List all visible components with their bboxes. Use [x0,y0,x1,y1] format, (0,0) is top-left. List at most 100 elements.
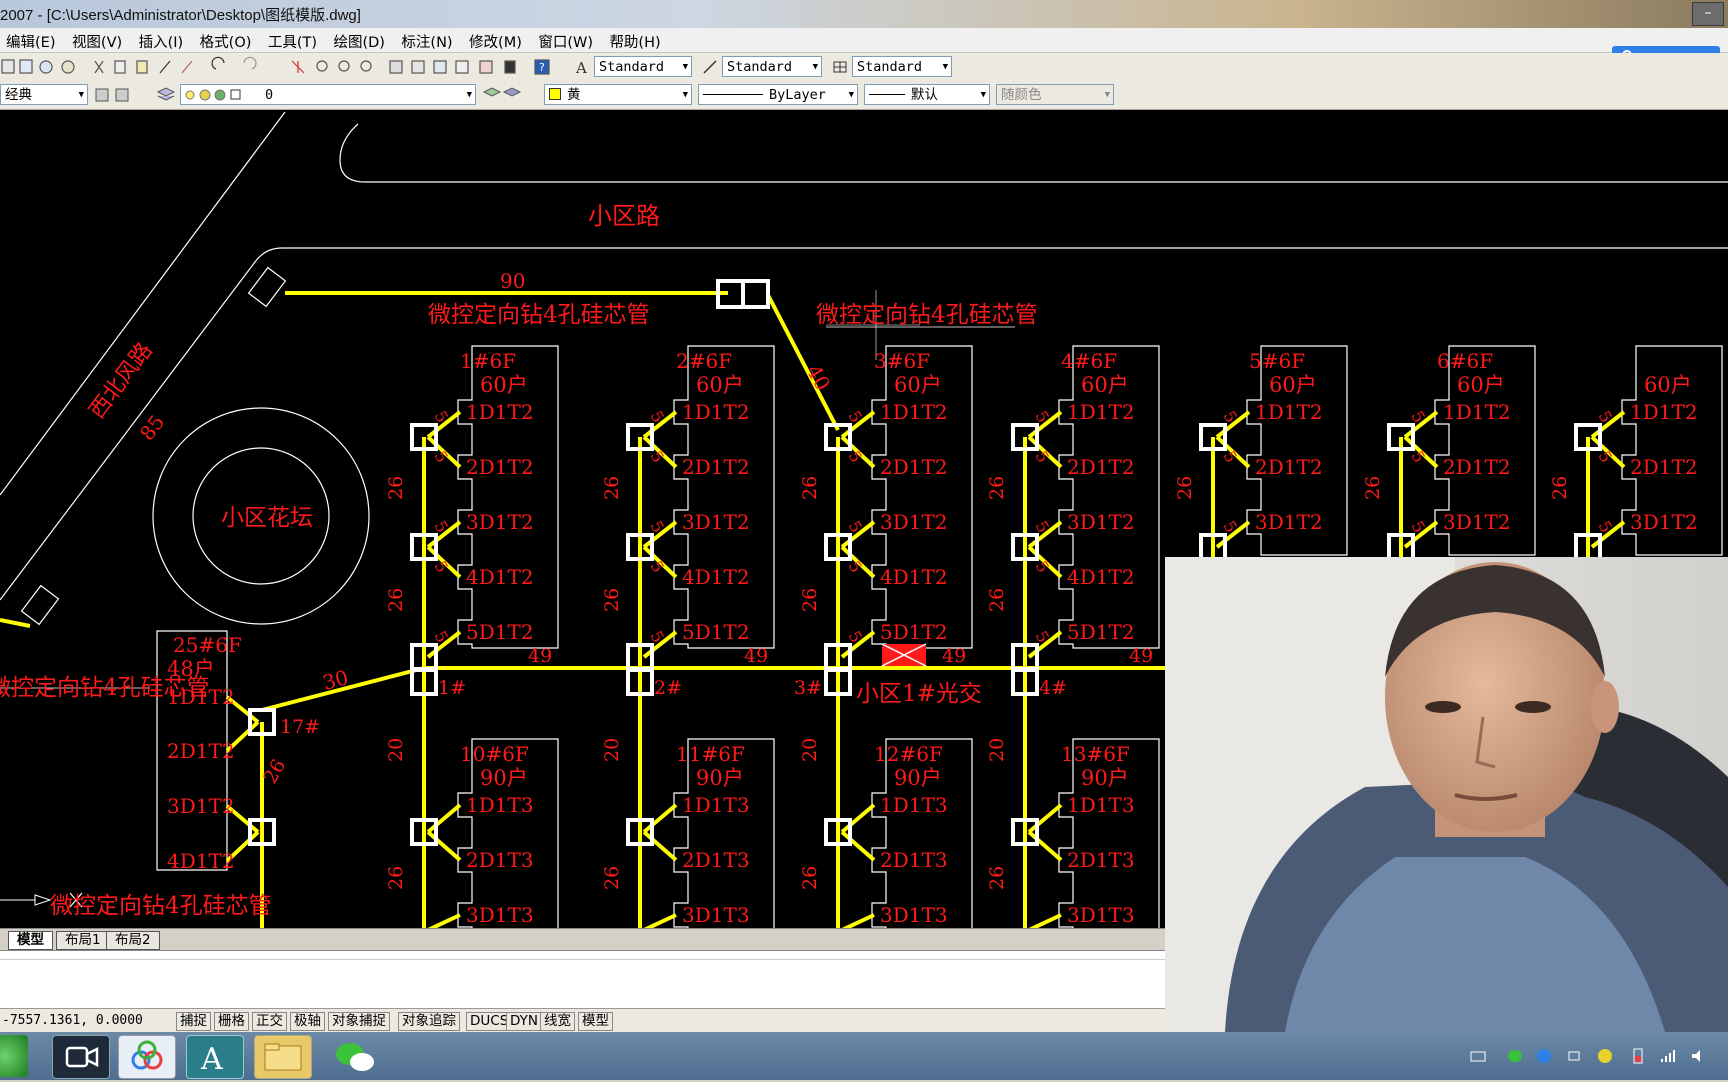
menu-format[interactable]: 格式(O) [194,28,258,52]
lineweight-select[interactable]: 默认 ▼ [864,84,990,105]
svg-text:A: A [575,59,587,75]
save-icon[interactable] [19,59,33,74]
toggle-lineweight[interactable]: 线宽 [540,1012,575,1031]
preview-icon[interactable] [61,60,75,74]
unit-label: 3D1T2 [1067,510,1135,534]
tab-layout1[interactable]: 布局1 [56,931,110,950]
seg-26-label: 26 [799,866,821,890]
layer-value: 0 [265,87,274,103]
taskbar-explorer-app[interactable] [254,1035,312,1079]
text-style-select[interactable]: Standard ▼ [594,56,692,77]
folder-icon [264,1043,302,1071]
layers-toolbar: 经典 ▼ 0 ▼ 黄 ▼ ByLayer ▼ 默认 ▼ 随颜色 ▼ [0,81,1728,110]
menu-dimension[interactable]: 标注(N) [395,28,458,52]
zoom-realtime-icon[interactable] [316,60,328,72]
pan-icon[interactable] [291,60,305,74]
seg-26-label: 26 [1549,476,1571,500]
workspace-select[interactable]: 经典 ▼ [0,84,88,105]
pipe-label-1: 微控定向钻4孔硅芯管 [428,302,650,328]
zoom-previous-icon[interactable] [360,60,372,72]
unit-label: 3D1T2 [1443,510,1511,534]
battery-tray-icon[interactable] [1630,1048,1646,1064]
building-name: 4#6F [1061,349,1117,373]
toggle-polar[interactable]: 极轴 [290,1012,325,1031]
dim-style-select[interactable]: Standard ▼ [722,56,822,77]
color-select[interactable]: 黄 ▼ [544,84,692,105]
pipe-label-4: 微控定向钻4孔硅芯管 [50,893,272,919]
properties-icon[interactable] [389,60,403,74]
seg-26-label: 26 [385,476,407,500]
menu-tools[interactable]: 工具(T) [262,28,323,52]
taskbar-cloud-app[interactable] [118,1035,176,1079]
publish-icon[interactable] [39,60,53,74]
unit-label: 2D1T3 [1067,848,1135,872]
workspace-settings-icon[interactable] [94,87,134,103]
unit-label: 1D1T2 [466,400,534,424]
layer-manager-icon[interactable] [156,87,176,103]
menu-window[interactable]: 窗口(W) [532,28,599,52]
seg-26-label: 26 [1174,476,1196,500]
brush-icon[interactable] [181,60,193,74]
tab-layout2[interactable]: 布局2 [106,931,160,950]
toggle-snap[interactable]: 捕捉 [176,1012,211,1031]
seg-49-label: 49 [1129,645,1153,667]
designcenter-icon[interactable] [411,60,425,74]
paste-icon[interactable] [136,60,148,74]
unit-label: 5D1T2 [1067,620,1135,644]
copy-icon[interactable] [114,60,126,74]
unit-label: 2D1T3 [466,848,534,872]
menu-modify[interactable]: 修改(M) [463,28,528,52]
matchprop-icon[interactable] [159,60,171,74]
camera-tray-icon[interactable] [1568,1048,1584,1064]
menu-insert[interactable]: 插入(I) [133,28,190,52]
toggle-dyn[interactable]: DYN [506,1012,543,1031]
seg-26-label: 26 [601,588,623,612]
keyboard-tray-icon[interactable] [1470,1048,1486,1064]
layer-previous-icon[interactable] [482,87,522,103]
zoom-window-icon[interactable] [338,60,350,72]
layer-select[interactable]: 0 ▼ [180,84,476,105]
plotstyle-select[interactable]: 随颜色 ▼ [996,84,1114,105]
cloud-tray-icon[interactable] [1536,1048,1552,1064]
volume-tray-icon[interactable] [1690,1048,1706,1064]
network-tray-icon[interactable] [1660,1048,1676,1064]
open-icon[interactable] [1,59,15,74]
dim-style-value: Standard [727,59,793,75]
menu-help[interactable]: 帮助(H) [603,28,666,52]
menu-view[interactable]: 视图(V) [66,28,128,52]
seg-26-label: 26 [601,476,623,500]
toggle-otrack[interactable]: 对象追踪 [398,1012,460,1031]
minimize-button[interactable]: – [1692,2,1724,26]
cut-icon[interactable] [94,60,104,74]
taskbar-wechat-app[interactable] [328,1035,384,1077]
taskbar-autocad-app[interactable]: A [186,1035,244,1079]
toolpalette-icon[interactable] [433,60,447,74]
linetype-select[interactable]: ByLayer ▼ [698,84,858,105]
toggle-model[interactable]: 模型 [578,1012,613,1031]
layout-tabs: 模型 布局1 布局2 [0,928,1165,950]
undo-icon[interactable] [211,56,225,70]
arrow-marker [34,894,52,906]
toggle-osnap[interactable]: 对象捕捉 [328,1012,390,1031]
unit-label: 2D1T2 [1067,455,1135,479]
building-households: 90户 [696,766,744,790]
unit-label: 3D1T3 [682,903,750,927]
pipe-len-top-label: 90 [500,269,525,293]
taskbar-video-app[interactable] [52,1035,110,1079]
sheetset-icon[interactable] [455,60,469,74]
road-top-label: 小区路 [588,202,660,230]
wechat-tray-icon[interactable] [1508,1048,1524,1064]
redo-icon[interactable] [243,56,257,70]
table-style-select[interactable]: Standard ▼ [852,56,952,77]
qq-tray-icon[interactable] [1597,1048,1613,1064]
toggle-ortho[interactable]: 正交 [252,1012,287,1031]
building-households: 48户 [167,657,215,681]
menu-draw[interactable]: 绘图(D) [327,28,390,52]
command-line[interactable] [0,950,1165,1009]
tab-model[interactable]: 模型 [8,931,53,950]
markup-icon[interactable] [479,60,493,74]
calculator-icon[interactable] [504,60,516,74]
toggle-grid[interactable]: 栅格 [214,1012,249,1031]
start-button[interactable] [0,1035,28,1077]
menu-edit[interactable]: 编辑(E) [0,28,61,52]
